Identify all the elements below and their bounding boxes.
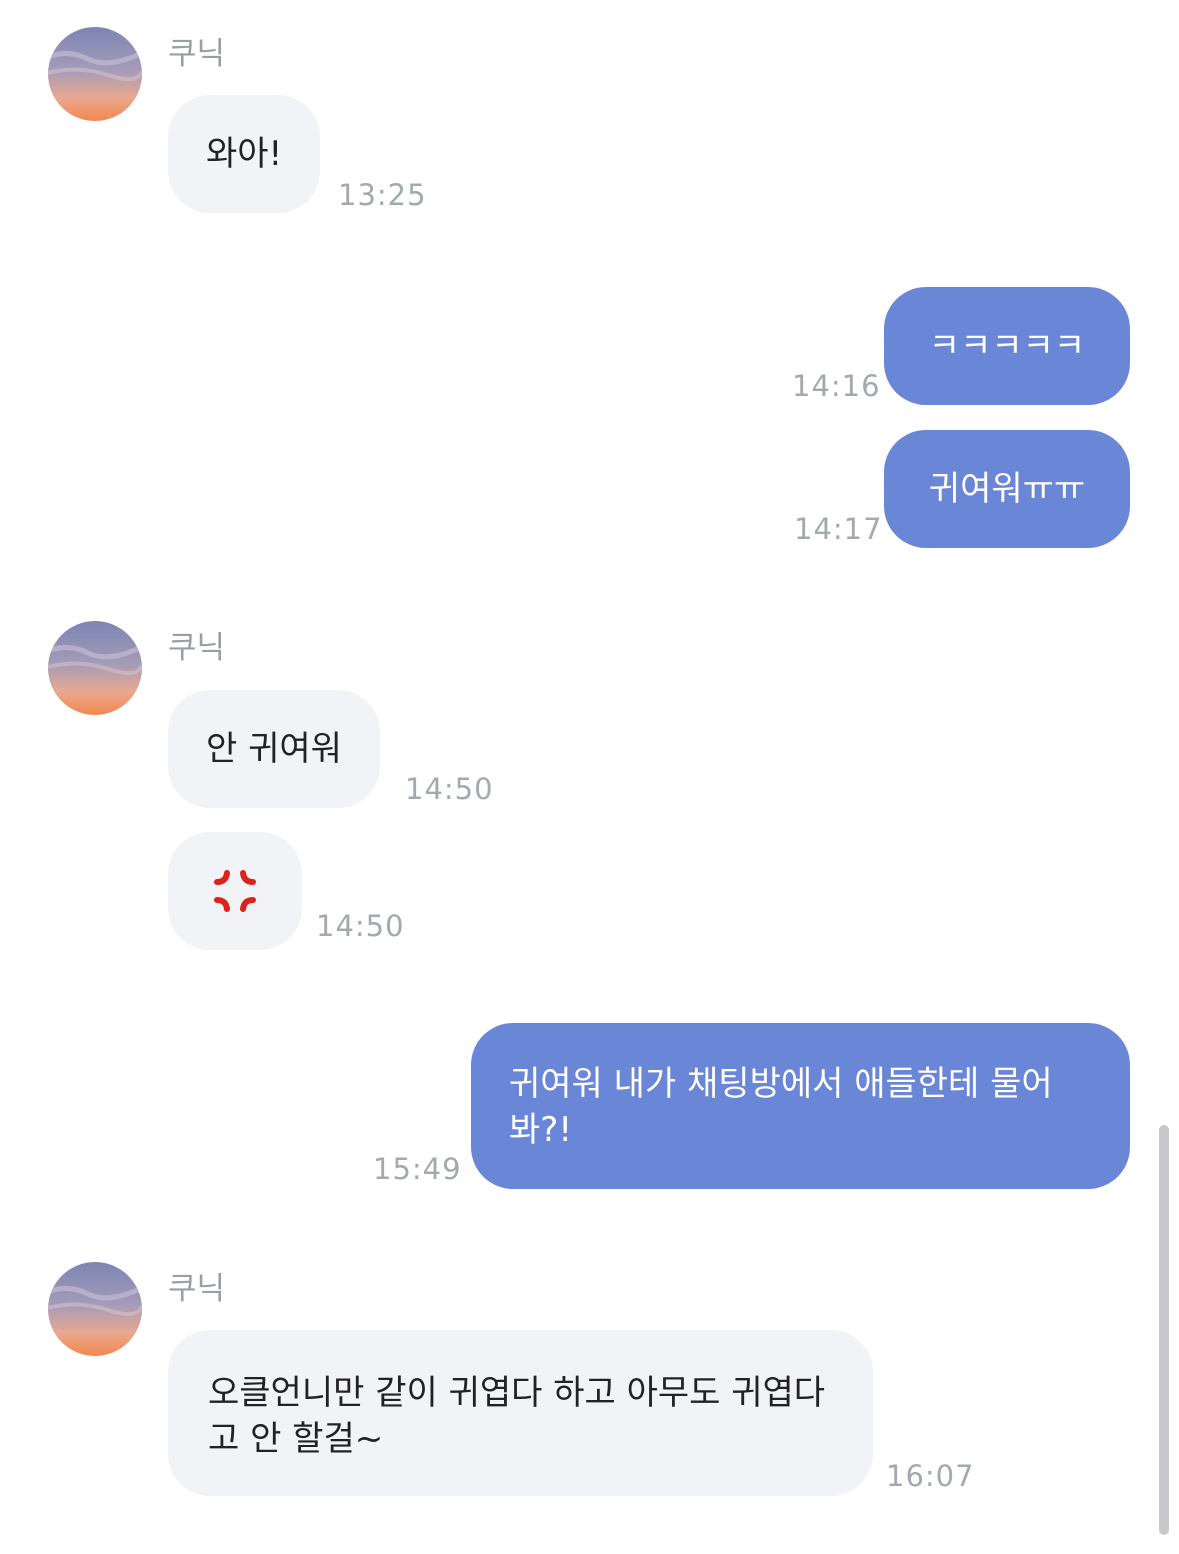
sender-name: 쿠닉 (168, 630, 226, 666)
message-bubble-incoming[interactable]: 안 귀여워 (168, 690, 380, 808)
message-timestamp: 14:17 (794, 512, 883, 546)
message-text: ㅋㅋㅋㅋㅋ (928, 326, 1086, 366)
message-timestamp: 14:16 (792, 369, 881, 403)
message-bubble-outgoing[interactable]: 귀여워ㅠㅠ (884, 430, 1130, 548)
message-text: 귀여워 내가 채팅방에서 애들한테 물어봐?! (509, 1064, 1053, 1150)
avatar[interactable] (48, 1262, 142, 1356)
message-text: 귀여워ㅠㅠ (928, 469, 1086, 509)
message-bubble-outgoing[interactable]: ㅋㅋㅋㅋㅋ (884, 287, 1130, 405)
message-timestamp: 14:50 (405, 772, 494, 806)
sunset-sky-image (48, 27, 142, 121)
message-bubble-incoming[interactable]: 와아! (168, 95, 321, 213)
message-text: 안 귀여워 (206, 729, 342, 769)
avatar[interactable] (48, 621, 142, 715)
message-bubble-incoming[interactable]: 오클언니만 같이 귀엽다 하고 아무도 귀엽다고 안 할걸~ (168, 1330, 873, 1496)
message-timestamp: 14:50 (316, 909, 405, 943)
sunset-sky-image (48, 1262, 142, 1356)
message-text: 와아! (206, 134, 283, 174)
message-bubble-incoming[interactable] (168, 832, 302, 950)
message-timestamp: 16:07 (886, 1459, 975, 1493)
avatar[interactable] (48, 27, 142, 121)
message-text: 오클언니만 같이 귀엽다 하고 아무도 귀엽다고 안 할걸~ (208, 1373, 826, 1459)
sender-name: 쿠닉 (168, 36, 226, 72)
sender-name: 쿠닉 (168, 1271, 226, 1307)
message-bubble-outgoing[interactable]: 귀여워 내가 채팅방에서 애들한테 물어봐?! (471, 1023, 1130, 1189)
message-timestamp: 15:49 (373, 1152, 462, 1186)
message-timestamp: 13:25 (338, 178, 427, 212)
anger-symbol-icon (214, 870, 256, 912)
sunset-sky-image (48, 621, 142, 715)
scrollbar[interactable] (1159, 1125, 1169, 1535)
